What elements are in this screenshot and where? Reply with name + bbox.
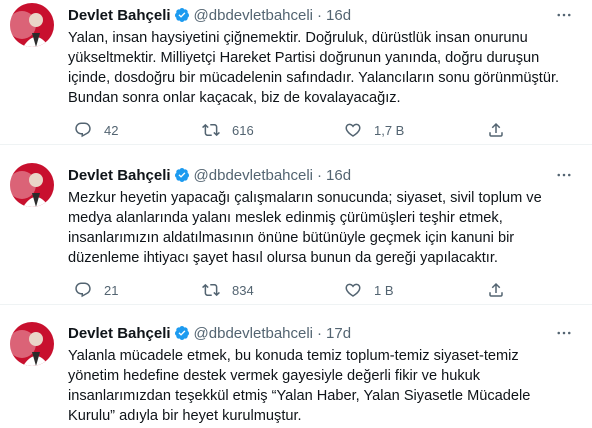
separator-dot: · xyxy=(317,324,323,342)
share-button[interactable] xyxy=(487,280,505,300)
tweet[interactable]: Devlet Bahçeli @dbdevletbahceli · 16d Me… xyxy=(0,160,592,305)
author-handle[interactable]: @dbdevletbahceli xyxy=(194,167,313,184)
author-name[interactable]: Devlet Bahçeli xyxy=(68,7,171,24)
tweet-timestamp[interactable]: 16d xyxy=(326,7,351,24)
tweet-text-line: içinde, dosdoğru bir mücadelenin safında… xyxy=(68,70,560,86)
like-icon xyxy=(345,283,361,297)
tweet-actions: 21 834 1 B xyxy=(68,280,528,300)
like-button[interactable]: 1 B xyxy=(344,280,394,300)
share-icon xyxy=(489,282,503,297)
reply-icon xyxy=(75,282,91,298)
separator-dot: · xyxy=(317,166,323,184)
verified-badge-icon xyxy=(174,7,190,23)
tweet-text-line: Yalan, insan haysiyetini çiğnemektir. Do… xyxy=(68,30,528,46)
avatar[interactable] xyxy=(10,322,54,366)
more-options-icon[interactable] xyxy=(554,323,574,343)
retweet-button[interactable]: 616 xyxy=(202,120,254,140)
tweet-text-line: yönetim hedefine destek vermek gayesiyle… xyxy=(68,368,481,384)
tweet-timestamp[interactable]: 16d xyxy=(326,167,351,184)
reply-count: 21 xyxy=(104,282,119,298)
like-count: 1,7 B xyxy=(374,122,405,138)
like-button[interactable]: 1,7 B xyxy=(344,120,404,140)
retweet-button[interactable]: 834 xyxy=(202,280,254,300)
reply-button[interactable]: 21 xyxy=(74,280,118,300)
share-button[interactable] xyxy=(487,120,505,140)
tweet-text-line: düzenleme ihtiyacı şayet hasıl olursa bu… xyxy=(68,250,498,266)
author-name[interactable]: Devlet Bahçeli xyxy=(68,325,171,342)
tweet-text-line: yükseltmektir. Milliyetçi Hareket Partis… xyxy=(68,50,540,66)
avatar[interactable] xyxy=(10,163,54,207)
tweet-text: Yalan, insan haysiyetini çiğnemektir. Do… xyxy=(68,28,578,108)
tweet[interactable]: Devlet Bahçeli @dbdevletbahceli · 17d Ya… xyxy=(0,319,592,428)
tweet-header: Devlet Bahçeli @dbdevletbahceli · 17d xyxy=(68,322,351,344)
tweet-text-line: Mezkur heyetin yapacağı çalışmaların son… xyxy=(68,190,542,206)
verified-badge-icon xyxy=(174,325,190,341)
tweet-timestamp[interactable]: 17d xyxy=(326,325,351,342)
retweet-count: 616 xyxy=(232,122,254,138)
reply-button[interactable]: 42 xyxy=(74,120,118,140)
tweet-header: Devlet Bahçeli @dbdevletbahceli · 16d xyxy=(68,4,351,26)
author-handle[interactable]: @dbdevletbahceli xyxy=(194,7,313,24)
retweet-icon xyxy=(202,123,220,137)
tweet-text-line: Kurulu” adıyla bir heyet kurulmuştur. xyxy=(68,408,302,424)
like-count: 1 B xyxy=(374,282,394,298)
verified-badge-icon xyxy=(174,167,190,183)
tweet-text: Yalanla mücadele etmek, bu konuda temiz … xyxy=(68,346,578,426)
tweet[interactable]: Devlet Bahçeli @dbdevletbahceli · 16d Ya… xyxy=(0,0,592,145)
tweet-actions: 42 616 1,7 B xyxy=(68,120,528,140)
tweet-text-line: medya alanlarında yalanı meslek edinmiş … xyxy=(68,210,503,226)
reply-count: 42 xyxy=(104,122,119,138)
separator-dot: · xyxy=(317,6,323,24)
tweet-text: Mezkur heyetin yapacağı çalışmaların son… xyxy=(68,188,578,268)
tweet-text-line: insanlarımızdan teşekkül etmiş “Yalan Ha… xyxy=(68,388,531,404)
retweet-icon xyxy=(202,283,220,297)
avatar[interactable] xyxy=(10,3,54,47)
tweet-text-line: Bundan sonra onlar kaçacak, biz de koval… xyxy=(68,90,401,106)
like-icon xyxy=(345,123,361,137)
author-handle[interactable]: @dbdevletbahceli xyxy=(194,325,313,342)
more-options-icon[interactable] xyxy=(554,5,574,25)
tweet-text-line: Yalanla mücadele etmek, bu konuda temiz … xyxy=(68,348,519,364)
author-name[interactable]: Devlet Bahçeli xyxy=(68,167,171,184)
more-options-icon[interactable] xyxy=(554,165,574,185)
reply-icon xyxy=(75,122,91,138)
retweet-count: 834 xyxy=(232,282,254,298)
share-icon xyxy=(489,122,503,137)
tweet-text-line: insanlarımızın aldatılmasının önüne bütü… xyxy=(68,230,515,246)
tweet-header: Devlet Bahçeli @dbdevletbahceli · 16d xyxy=(68,164,351,186)
